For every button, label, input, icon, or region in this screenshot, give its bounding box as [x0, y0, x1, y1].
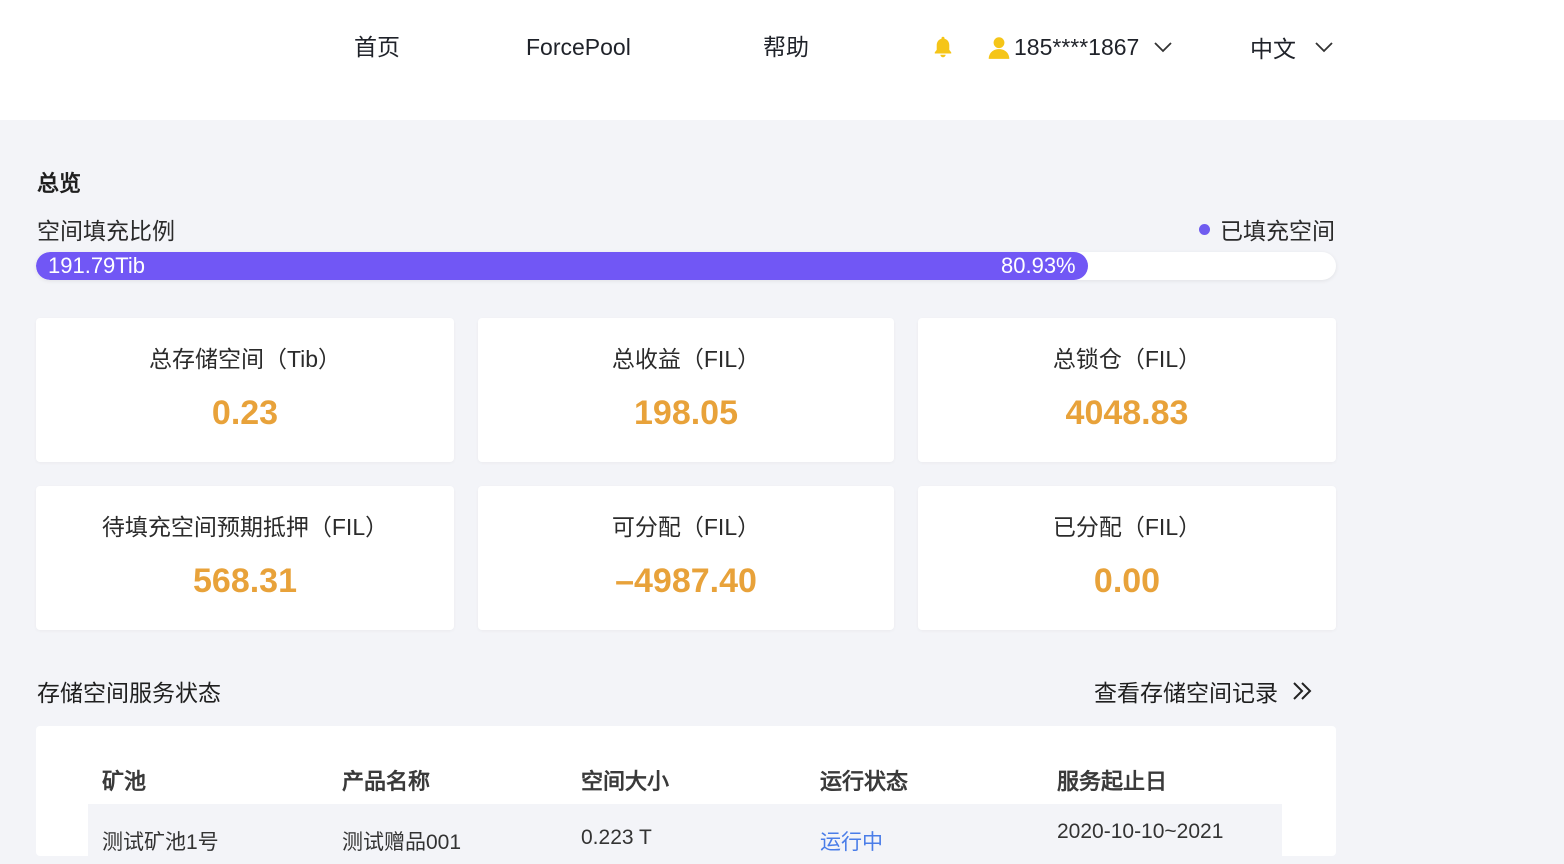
- view-records-label: 查看存储空间记录: [1094, 680, 1278, 706]
- fill-progress-bar: 191.79Tib 80.93%: [36, 252, 1336, 280]
- stat-card-distributed: 已分配（FIL） 0.00: [918, 486, 1336, 630]
- column-header-status: 运行状态: [820, 769, 909, 794]
- column-header-product: 产品名称: [342, 769, 431, 794]
- filled-amount: 191.79Tib: [48, 253, 146, 278]
- overview-title: 总览: [37, 171, 82, 196]
- column-header-service-dates: 服务起止日: [1057, 769, 1168, 794]
- fill-ratio-label: 空间填充比例: [37, 218, 175, 244]
- cell-run-status[interactable]: 运行中: [820, 826, 883, 856]
- nav-help-link[interactable]: 帮助: [763, 30, 809, 64]
- stat-value: –4987.40: [615, 562, 757, 600]
- user-phone: 185****1867: [1014, 33, 1140, 60]
- stat-value: 198.05: [634, 394, 738, 432]
- stat-card-total-earnings: 总收益（FIL） 198.05: [478, 318, 894, 462]
- cell-pool: 测试矿池1号: [102, 831, 219, 854]
- stat-value: 4048.83: [1065, 394, 1189, 432]
- progress-fill: [36, 252, 1088, 280]
- bell-icon[interactable]: [930, 34, 956, 60]
- stat-card-distributable: 可分配（FIL） –4987.40: [478, 486, 894, 630]
- column-header-size: 空间大小: [581, 769, 670, 794]
- stat-value: 0.00: [1093, 562, 1161, 600]
- chevron-down-icon: [1154, 42, 1172, 53]
- legend-dot: [1199, 223, 1210, 235]
- language-label: 中文: [1250, 36, 1296, 62]
- stat-value: 568.31: [193, 562, 297, 600]
- nav-forcepool-link[interactable]: ForcePool: [526, 30, 631, 64]
- stat-label: 待填充空间预期抵押（FIL）: [101, 514, 389, 540]
- storage-status-table: 矿池 产品名称 空间大小 运行状态 服务起止日 测试矿池1号 测试赠品001 0…: [36, 726, 1336, 864]
- double-chevron-right-icon: [1293, 682, 1312, 700]
- stat-label: 可分配（FIL）: [611, 514, 761, 540]
- top-nav-bar: 首页 ForcePool 帮助 185****1867 中文: [0, 0, 1564, 120]
- stat-label: 总收益（FIL）: [611, 346, 761, 372]
- view-storage-records-link[interactable]: 查看存储空间记录: [1094, 674, 1314, 708]
- cell-service-dates: 2020-10-10~2021: [1057, 820, 1224, 843]
- stat-label: 总锁仓（FIL）: [1052, 346, 1202, 372]
- language-selector[interactable]: 中文: [1250, 30, 1334, 64]
- stat-card-total-locked: 总锁仓（FIL） 4048.83: [918, 318, 1336, 462]
- legend-label: 已填充空间: [1220, 218, 1335, 244]
- user-icon: [988, 37, 1010, 59]
- stat-card-total-storage: 总存储空间（Tib） 0.23: [36, 318, 454, 462]
- stat-label: 已分配（FIL）: [1052, 514, 1202, 540]
- filled-percent: 80.93%: [1001, 253, 1076, 278]
- cell-product: 测试赠品001: [342, 831, 462, 854]
- nav-home-link[interactable]: 首页: [354, 30, 400, 64]
- stat-card-pending-pledge: 待填充空间预期抵押（FIL） 568.31: [36, 486, 454, 630]
- stat-label: 总存储空间（Tib）: [148, 346, 342, 372]
- storage-status-title: 存储空间服务状态: [37, 680, 221, 706]
- stat-value: 0.23: [211, 394, 279, 432]
- fill-legend: 已填充空间: [1199, 212, 1335, 246]
- cell-size: 0.223 T: [581, 826, 652, 849]
- chevron-down-icon: [1315, 42, 1333, 53]
- user-menu[interactable]: 185****1867: [986, 30, 1173, 64]
- column-header-pool: 矿池: [102, 769, 147, 794]
